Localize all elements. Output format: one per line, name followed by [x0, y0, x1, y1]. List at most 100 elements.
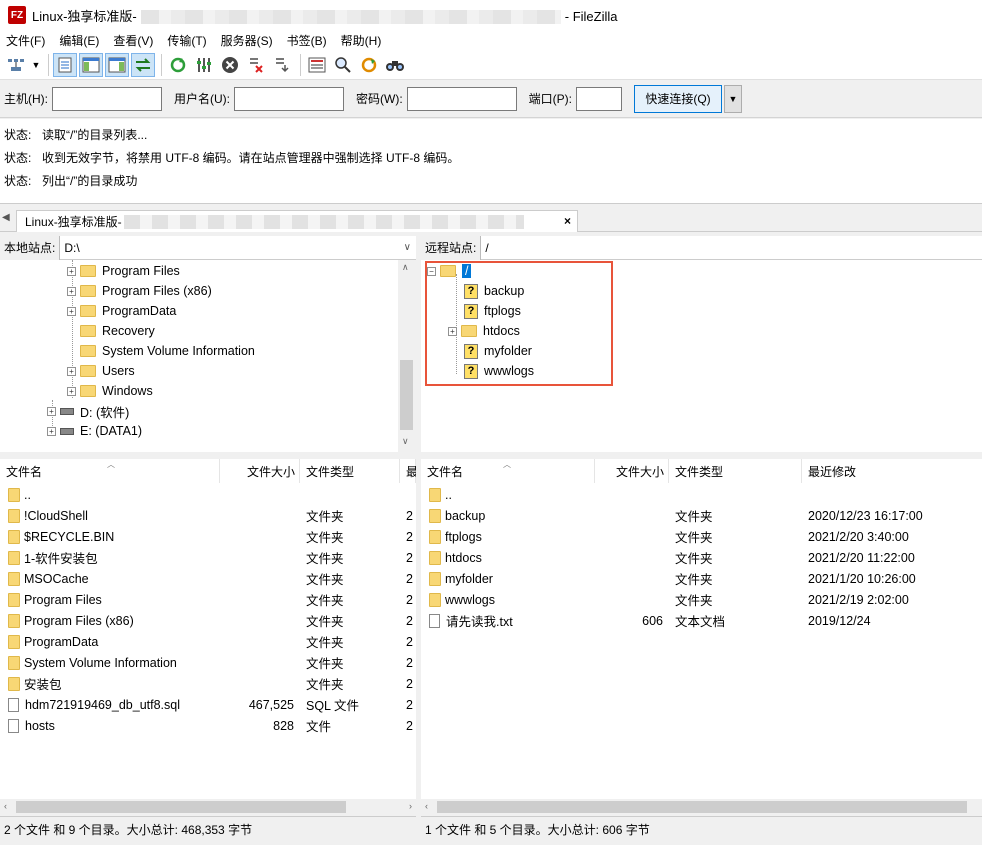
message-log[interactable]: 状态: 读取“/”的目录列表... 状态: 收到无效字节，将禁用 UTF-8 编码。… [0, 119, 982, 204]
table-row[interactable]: 1-软件安装包 文件夹 2 [0, 547, 416, 568]
cancel-icon[interactable] [218, 53, 242, 77]
scroll-thumb[interactable] [16, 801, 346, 813]
menu-help[interactable]: 帮助(H) [341, 32, 382, 49]
local-dir-tree[interactable]: + Program Files + Program Files (x86) + Pro… [0, 260, 398, 452]
local-list-hscrollbar[interactable]: ‹ › [0, 799, 416, 815]
folder-icon [429, 571, 441, 586]
dropdown-arrow-icon[interactable]: ▼ [30, 53, 42, 77]
transfer-queue-toggle-icon[interactable] [131, 52, 155, 77]
filter-icon[interactable] [305, 53, 329, 77]
tree-node[interactable]: + E: (DATA1) [47, 421, 142, 441]
port-input[interactable] [576, 86, 622, 111]
tree-node[interactable]: + D: (软件) [47, 401, 129, 421]
chevron-down-icon[interactable]: ∨ [404, 242, 416, 253]
table-row[interactable]: Program Files 文件夹 2 [0, 589, 416, 610]
table-row[interactable]: wwwlogs 文件夹 2021/2/19 2:02:00 [421, 589, 982, 610]
chevron-left-icon[interactable]: ‹ [4, 801, 7, 811]
tree-node-label: Program Files [102, 264, 180, 278]
column-header-size[interactable]: 文件大小 [595, 459, 669, 483]
quickconnect-history-dropdown[interactable]: ▼ [724, 84, 742, 113]
expand-icon[interactable]: + [67, 286, 76, 296]
column-header-modified[interactable]: 最近修改 [802, 459, 982, 483]
local-tree-toggle-icon[interactable] [79, 52, 103, 77]
menu-transfer[interactable]: 传输(T) [167, 32, 206, 49]
expand-icon[interactable]: + [67, 366, 76, 376]
menu-view[interactable]: 查看(V) [113, 32, 153, 49]
table-row[interactable]: hdm721919469_db_utf8.sql 467,525 SQL 文件 2 [0, 694, 416, 715]
table-row[interactable]: System Volume Information 文件夹 2 [0, 652, 416, 673]
column-header-type[interactable]: 文件类型 [300, 459, 400, 483]
table-row[interactable]: backup 文件夹 2020/12/23 16:17:00 [421, 505, 982, 526]
password-input[interactable] [406, 86, 517, 111]
close-icon[interactable]: × [564, 214, 571, 228]
tree-node[interactable]: System Volume Information [80, 341, 255, 361]
expand-icon[interactable]: + [67, 386, 76, 396]
remote-file-list[interactable]: 文件名 ︿ 文件大小 文件类型 最近修改 .. backup 文件夹 2020/12/… [421, 459, 982, 799]
cell-name: hdm721919469_db_utf8.sql [8, 694, 220, 715]
expand-icon[interactable]: + [67, 306, 76, 316]
tree-node[interactable]: + Users [67, 361, 135, 381]
remote-path-input[interactable]: / [481, 241, 982, 255]
username-input[interactable] [234, 86, 344, 111]
expand-icon[interactable]: + [47, 406, 56, 416]
expand-icon[interactable]: + [67, 266, 76, 276]
table-row[interactable]: MSOCache 文件夹 2 [0, 568, 416, 589]
chevron-up-icon[interactable]: ∧ [402, 262, 409, 273]
table-row[interactable]: ftplogs 文件夹 2021/2/20 3:40:00 [421, 526, 982, 547]
find-binoculars-icon[interactable] [383, 53, 407, 77]
reconnect-icon[interactable] [270, 53, 294, 77]
table-row[interactable]: myfolder 文件夹 2021/1/20 10:26:00 [421, 568, 982, 589]
table-row[interactable]: .. [421, 484, 982, 505]
pane-splitter[interactable] [416, 232, 421, 842]
menu-edit[interactable]: 编辑(E) [59, 32, 99, 49]
local-tree-scrollbar[interactable]: ∧ ∨ [398, 260, 415, 452]
disconnect-icon[interactable] [244, 53, 268, 77]
tab-site-connection[interactable]: Linux-独享标准版- × [16, 210, 578, 232]
menu-server[interactable]: 服务器(S) [221, 32, 273, 49]
table-row[interactable]: 请先读我.txt 606 文本文档 2019/12/24 [421, 610, 982, 631]
table-row[interactable]: htdocs 文件夹 2021/2/20 11:22:00 [421, 547, 982, 568]
tree-node[interactable]: + Program Files [67, 261, 180, 281]
scroll-thumb[interactable] [437, 801, 967, 813]
table-row[interactable]: 安装包 文件夹 2 [0, 673, 416, 694]
cell-size: 828 [273, 718, 294, 733]
table-row[interactable]: .. [0, 484, 416, 505]
remote-list-hscrollbar[interactable]: ‹ [421, 799, 982, 815]
host-input[interactable] [52, 86, 162, 111]
table-row[interactable]: !CloudShell 文件夹 2 [0, 505, 416, 526]
log-label: 状态: [4, 128, 32, 142]
table-row[interactable]: ProgramData 文件夹 2 [0, 631, 416, 652]
local-path-input[interactable]: D:\ [60, 241, 403, 255]
refresh-icon[interactable] [166, 53, 190, 77]
remote-tree-toggle-icon[interactable] [105, 52, 129, 77]
tree-node[interactable]: + Windows [67, 381, 153, 401]
menu-file[interactable]: 文件(F) [6, 32, 45, 49]
menu-bookmarks[interactable]: 书签(B) [287, 32, 327, 49]
chevron-down-icon[interactable]: ∨ [402, 436, 409, 447]
process-queue-icon[interactable] [192, 53, 216, 77]
tree-node[interactable]: Recovery [80, 321, 155, 341]
table-row[interactable]: $RECYCLE.BIN 文件夹 2 [0, 526, 416, 547]
column-header-size[interactable]: 文件大小 [220, 459, 300, 483]
table-row[interactable]: Program Files (x86) 文件夹 2 [0, 610, 416, 631]
quickconnect-button[interactable]: 快速连接(Q) [634, 84, 722, 113]
column-header-type[interactable]: 文件类型 [669, 459, 802, 483]
tab-scroll-left-icon[interactable]: ◀ [2, 212, 10, 223]
search-icon[interactable] [331, 53, 355, 77]
site-manager-icon[interactable] [4, 53, 28, 77]
redacted-host-blur [140, 10, 561, 25]
column-header-modified[interactable]: 最 [400, 459, 416, 483]
message-log-toggle-icon[interactable] [53, 52, 77, 77]
scroll-thumb[interactable] [400, 360, 413, 430]
expand-icon[interactable]: + [47, 426, 56, 436]
local-file-list[interactable]: 文件名 ︿ 文件大小 文件类型 最 .. !CloudShell 文件夹 2 $RECY… [0, 459, 416, 799]
folder-icon [80, 385, 96, 397]
chevron-left-icon[interactable]: ‹ [425, 801, 428, 811]
table-row[interactable]: hosts 828 文件 2 [0, 715, 416, 736]
chevron-right-icon[interactable]: › [409, 801, 412, 811]
sync-browse-icon[interactable] [357, 53, 381, 77]
file-name: Program Files [24, 592, 102, 607]
tree-node[interactable]: + Program Files (x86) [67, 281, 212, 301]
tree-node[interactable]: + ProgramData [67, 301, 176, 321]
folder-icon [8, 634, 20, 649]
